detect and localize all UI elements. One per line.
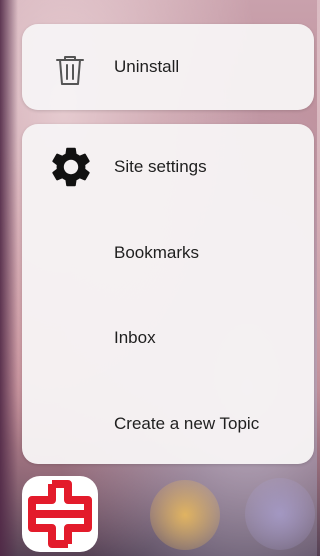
create-topic-item[interactable]: Create a new Topic (22, 394, 314, 454)
app-logo-mark (28, 480, 92, 548)
inbox-item[interactable]: Inbox (22, 308, 314, 368)
create-topic-label: Create a new Topic (114, 414, 260, 433)
shortcuts-card: Site settings Bookmarks Inbox Create a n… (22, 124, 314, 464)
trash-icon (56, 56, 84, 85)
bookmarks-item[interactable]: Bookmarks (22, 223, 314, 283)
uninstall-label: Uninstall (114, 57, 180, 76)
blurred-app-icon (245, 478, 315, 550)
uninstall-button[interactable]: Uninstall (22, 37, 314, 97)
uninstall-card: Uninstall (22, 24, 314, 110)
app-logo-icon[interactable] (22, 476, 98, 552)
gear-icon (52, 147, 90, 187)
bookmarks-label: Bookmarks (114, 243, 200, 262)
site-settings-item[interactable]: Site settings (22, 137, 314, 197)
inbox-label: Inbox (114, 328, 156, 347)
site-settings-label: Site settings (114, 157, 207, 176)
blurred-app-icon (150, 480, 220, 550)
